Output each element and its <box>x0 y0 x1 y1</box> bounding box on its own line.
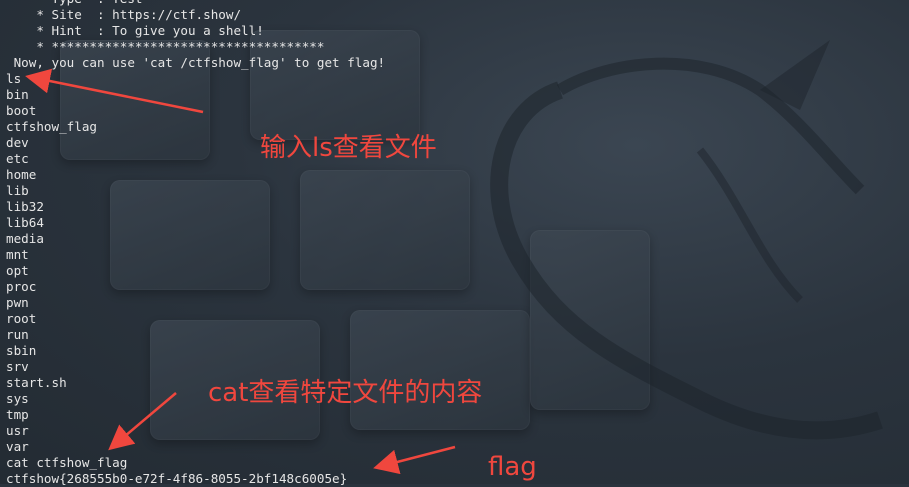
annotation-arrows <box>25 68 456 475</box>
arrow-to-cat <box>108 392 177 451</box>
cat-annotation: cat查看特定文件的内容 <box>208 378 483 408</box>
arrow-to-flag <box>373 445 456 475</box>
flag-annotation: flag <box>488 452 537 482</box>
arrow-to-ls <box>25 68 204 114</box>
ls-annotation: 输入ls查看文件 <box>260 133 437 163</box>
